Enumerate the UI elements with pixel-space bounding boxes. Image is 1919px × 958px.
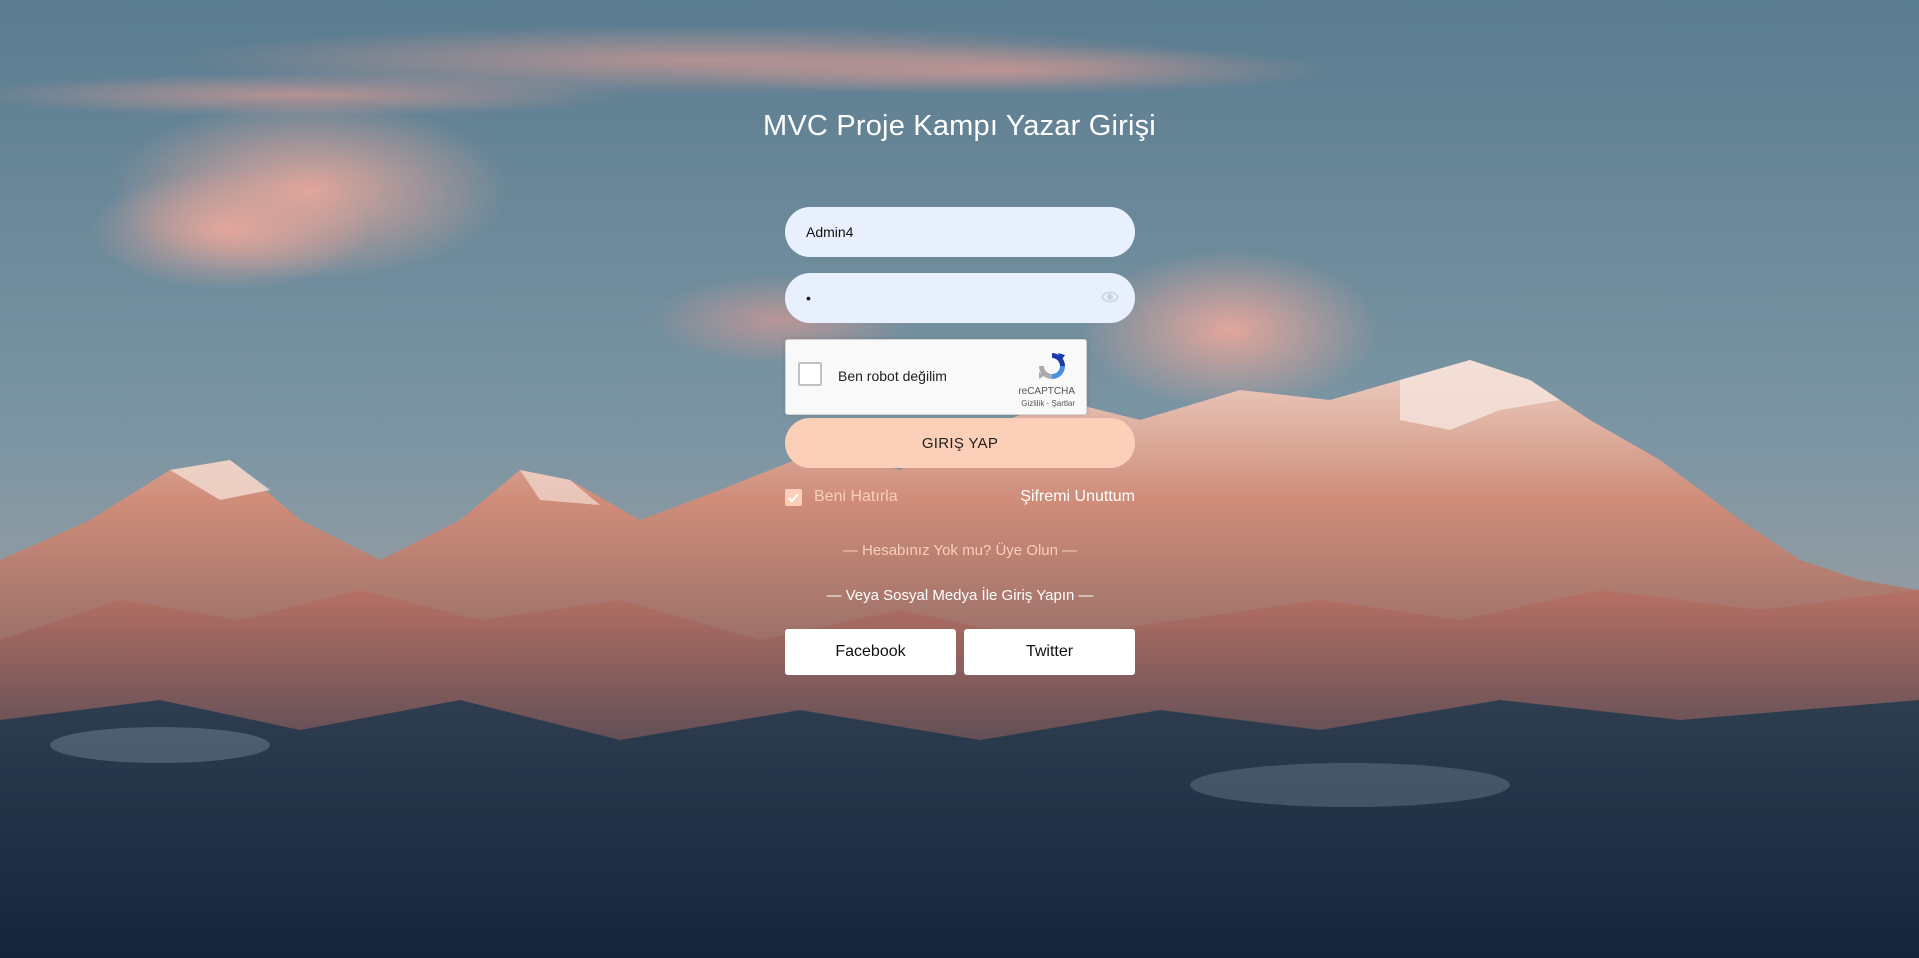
recaptcha-brand: reCAPTCHA <box>1018 386 1075 397</box>
login-button[interactable]: GIRIŞ YAP <box>785 418 1135 468</box>
recaptcha-widget: Ben robot değilim reCAPTCHA Gizlilik - Ş… <box>785 339 1087 415</box>
twitter-button[interactable]: Twitter <box>964 629 1135 675</box>
social-login-title: — Veya Sosyal Medya İle Giriş Yapın — <box>826 587 1094 604</box>
facebook-button[interactable]: Facebook <box>785 629 956 675</box>
options-row: Beni Hatırla Şifremi Unuttum <box>785 488 1135 512</box>
forgot-password-link[interactable]: Şifremi Unuttum <box>1020 488 1135 506</box>
login-form: Ben robot değilim reCAPTCHA Gizlilik - Ş… <box>785 207 1135 675</box>
remember-checkbox[interactable] <box>785 488 802 506</box>
recaptcha-checkbox[interactable] <box>798 362 822 386</box>
signup-link[interactable]: — Hesabınız Yok mu? Üye Olun — <box>785 542 1135 562</box>
password-input[interactable] <box>785 273 1086 323</box>
recaptcha-label: Ben robot değilim <box>838 368 947 384</box>
remember-label: Beni Hatırla <box>814 488 898 505</box>
recaptcha-terms-link[interactable]: Gizlilik - Şartlar <box>1021 399 1075 408</box>
page-title: MVC Proje Kampı Yazar Girişi <box>763 110 1156 142</box>
social-buttons: Facebook Twitter <box>785 629 1135 675</box>
password-field-wrapper <box>785 273 1135 323</box>
username-field-wrapper <box>785 207 1135 257</box>
eye-icon[interactable] <box>1101 290 1119 304</box>
username-input[interactable] <box>785 207 1086 257</box>
remember-me[interactable]: Beni Hatırla <box>785 488 898 506</box>
recaptcha-logo-icon <box>1036 350 1068 382</box>
checkmark-icon <box>788 492 799 502</box>
